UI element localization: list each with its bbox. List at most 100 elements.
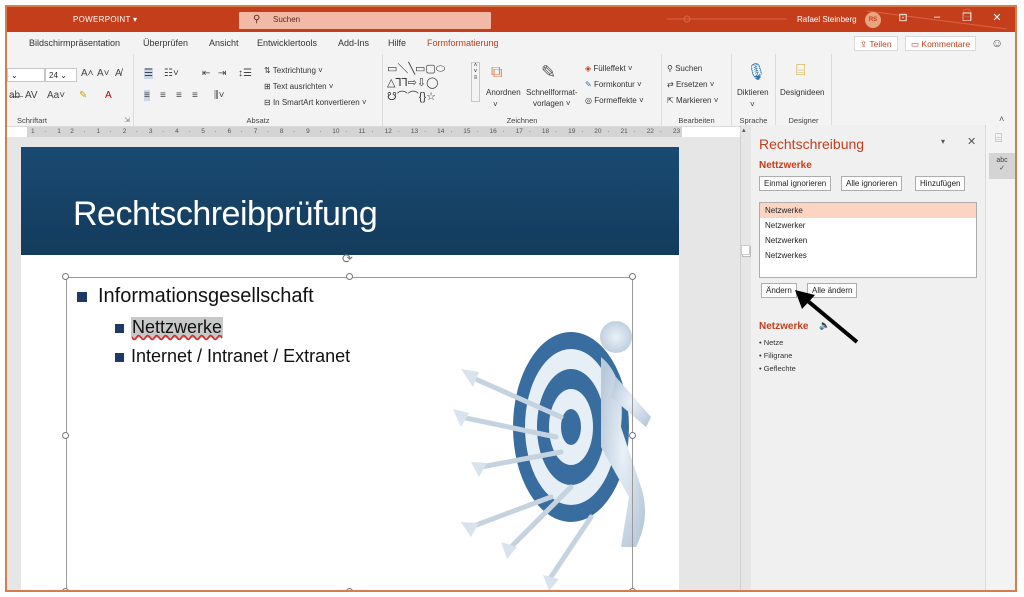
ruler-tick: · bbox=[424, 128, 427, 135]
resize-handle-tr[interactable] bbox=[629, 273, 636, 280]
find-button[interactable]: ⚲ Suchen bbox=[667, 64, 702, 73]
pane-scroll-thumb[interactable] bbox=[741, 245, 750, 255]
ruler-tick: 20 bbox=[594, 128, 602, 135]
tab-addins[interactable]: Add-Ins bbox=[338, 38, 369, 48]
effects-icon: ◎ bbox=[585, 96, 595, 105]
change-case-icon[interactable]: Aa˅ bbox=[47, 90, 65, 101]
shape-effects-button[interactable]: ◎ Formeffekte ˅ bbox=[585, 96, 644, 105]
numbering-icon[interactable]: ☷˅ bbox=[164, 68, 179, 79]
search-box[interactable]: ⚲ Suchen bbox=[239, 12, 491, 29]
char-spacing-icon[interactable]: AV bbox=[25, 90, 38, 101]
arrange-dropdown-icon[interactable]: ˅ bbox=[493, 100, 498, 109]
resize-handle-mr[interactable] bbox=[629, 432, 636, 439]
quick-styles-button[interactable]: Schnellformat- bbox=[526, 88, 578, 97]
shapes-scroll[interactable]: ˄ ˅ ≡ bbox=[471, 62, 480, 102]
list-item[interactable]: Netzwerkes bbox=[760, 248, 976, 263]
comments-button[interactable]: ▭ Kommentare bbox=[905, 36, 977, 51]
resize-handle-bm[interactable] bbox=[346, 588, 353, 590]
shape-fill-button[interactable]: ◈ Fülleffekt ˅ bbox=[585, 64, 633, 73]
align-right-icon[interactable]: ≡ bbox=[176, 90, 182, 101]
shape-outline-button[interactable]: ✎ Formkontur ˅ bbox=[585, 80, 642, 89]
close-icon[interactable]: ✕ bbox=[989, 11, 1005, 24]
design-ideas-side-icon[interactable]: ⌸ bbox=[995, 131, 1002, 146]
restore-icon[interactable]: ❐ bbox=[959, 11, 975, 24]
minimize-icon[interactable]: – bbox=[929, 11, 945, 23]
bullet-level1[interactable]: Informationsgesellschaft bbox=[98, 285, 314, 308]
ruler-tick: · bbox=[607, 128, 610, 135]
collapse-ribbon-icon[interactable]: ˄ bbox=[999, 114, 1004, 124]
slide-title[interactable]: Rechtschreibprüfung bbox=[73, 195, 378, 234]
pane-close-icon[interactable]: ✕ bbox=[967, 135, 976, 148]
slide[interactable]: Rechtschreibprüfung ⟳ Informationsgesell… bbox=[21, 147, 679, 590]
pane-options-icon[interactable]: ▾ bbox=[941, 137, 945, 146]
decrease-indent-icon[interactable]: ⇤ bbox=[202, 68, 210, 79]
arrange-button[interactable]: Anordnen bbox=[486, 88, 521, 97]
add-button[interactable]: Hinzufügen bbox=[915, 176, 966, 191]
dictate-button[interactable]: Diktieren bbox=[737, 88, 769, 97]
resize-handle-br[interactable] bbox=[629, 588, 636, 590]
list-item[interactable]: Netzwerken bbox=[760, 233, 976, 248]
bullet-level2[interactable]: Internet / Intranet / Extranet bbox=[131, 346, 350, 367]
increase-indent-icon[interactable]: ⇥ bbox=[218, 68, 226, 79]
synonym-item: • Netze bbox=[759, 338, 784, 347]
rotate-handle-icon[interactable]: ⟳ bbox=[342, 251, 353, 267]
tab-shape-format[interactable]: Formformatierung bbox=[427, 38, 499, 48]
scroll-up-icon[interactable]: ▴ bbox=[742, 126, 746, 134]
tab-developer[interactable]: Entwicklertools bbox=[257, 38, 317, 48]
arrange-icon[interactable]: ⧉ bbox=[491, 64, 502, 82]
ignore-once-button[interactable]: Einmal ignorieren bbox=[759, 176, 832, 191]
tab-help[interactable]: Hilfe bbox=[388, 38, 406, 48]
avatar[interactable]: RS bbox=[865, 12, 881, 28]
design-ideas-button[interactable]: Designideen bbox=[780, 88, 824, 97]
align-text-button[interactable]: ⊞ Text ausrichten ˅ bbox=[264, 82, 333, 91]
quick-styles-icon[interactable]: ✎ bbox=[541, 62, 556, 83]
suggestions-list[interactable]: Netzwerke Netzwerker Netzwerken Netzwerk… bbox=[759, 202, 977, 278]
design-ideas-icon[interactable]: ⌸ bbox=[796, 62, 806, 80]
group-voice: 🎙 Diktieren ˅ Sprache bbox=[732, 54, 776, 127]
ribbon-display-icon[interactable]: ⊡ bbox=[895, 11, 911, 24]
smartart-button[interactable]: ⊟ In SmartArt konvertieren ˅ bbox=[264, 98, 367, 107]
dialog-launcher-icon[interactable]: ⇲ bbox=[124, 116, 130, 124]
bullets-icon[interactable]: ☰ bbox=[144, 68, 153, 79]
clear-format-icon[interactable]: A̸ bbox=[115, 68, 122, 79]
ruler-tick: · bbox=[659, 128, 662, 135]
align-left-icon[interactable]: ≡ bbox=[144, 90, 150, 101]
columns-icon[interactable]: ⫼˅ bbox=[214, 90, 224, 101]
tab-review[interactable]: Überprüfen bbox=[143, 38, 188, 48]
select-button[interactable]: ⇱ Markieren ˅ bbox=[667, 96, 718, 105]
user-name[interactable]: Rafael Steinberg bbox=[797, 15, 857, 24]
text-direction-button[interactable]: ⇅ Textrichtung ˅ bbox=[264, 66, 323, 75]
app-name[interactable]: POWERPOINT ▾ bbox=[73, 15, 137, 24]
resize-handle-tm[interactable] bbox=[346, 273, 353, 280]
list-item[interactable]: Netzwerke bbox=[760, 203, 976, 218]
ignore-all-button[interactable]: Alle ignorieren bbox=[841, 176, 903, 191]
shrink-font-icon[interactable]: A˅ bbox=[97, 68, 110, 79]
resize-handle-ml[interactable] bbox=[62, 432, 69, 439]
speaker-icon[interactable]: 🔈 bbox=[819, 320, 830, 331]
dictate-dropdown-icon[interactable]: ˅ bbox=[750, 100, 755, 109]
smartart-label: In SmartArt konvertieren ˅ bbox=[272, 98, 367, 107]
highlight-icon[interactable]: ✎ bbox=[79, 90, 87, 101]
tab-slideshow[interactable]: Bildschirmpräsentation bbox=[29, 38, 120, 48]
grow-font-icon[interactable]: A˄ bbox=[81, 68, 94, 79]
resize-handle-bl[interactable] bbox=[62, 588, 69, 590]
spelling-side-icon[interactable]: abc ✓ bbox=[989, 153, 1015, 179]
microphone-icon[interactable]: 🎙 bbox=[746, 62, 766, 82]
font-name-input[interactable]: ⌄ bbox=[7, 68, 45, 82]
replace-button[interactable]: ⇄ Ersetzen ˅ bbox=[667, 80, 714, 89]
vertical-scrollbar[interactable]: ▴ bbox=[740, 125, 751, 590]
list-item[interactable]: Netzwerker bbox=[760, 218, 976, 233]
font-size-input[interactable]: 24 ⌄ bbox=[45, 68, 77, 82]
font-color-icon[interactable]: A bbox=[105, 90, 112, 101]
strikethrough-icon[interactable]: a̶b̶ bbox=[9, 90, 20, 101]
bullet-level2-misspelled[interactable]: Nettzwerke bbox=[131, 317, 224, 338]
tab-view[interactable]: Ansicht bbox=[209, 38, 239, 48]
line-spacing-icon[interactable]: ↕☰ bbox=[238, 68, 252, 79]
share-button[interactable]: ⇪ Teilen bbox=[854, 36, 898, 51]
justify-icon[interactable]: ≡ bbox=[192, 90, 198, 101]
shapes-gallery[interactable]: ▭＼╲▭▢⬭ △⅂⅂⇨⇩◯ ☋⌒⌒{}☆ bbox=[387, 62, 473, 108]
align-center-icon[interactable]: ≡ bbox=[160, 90, 166, 101]
smiley-icon[interactable]: ☺ bbox=[991, 36, 1003, 50]
resize-handle-tl[interactable] bbox=[62, 273, 69, 280]
share-label: Teilen bbox=[869, 39, 892, 49]
